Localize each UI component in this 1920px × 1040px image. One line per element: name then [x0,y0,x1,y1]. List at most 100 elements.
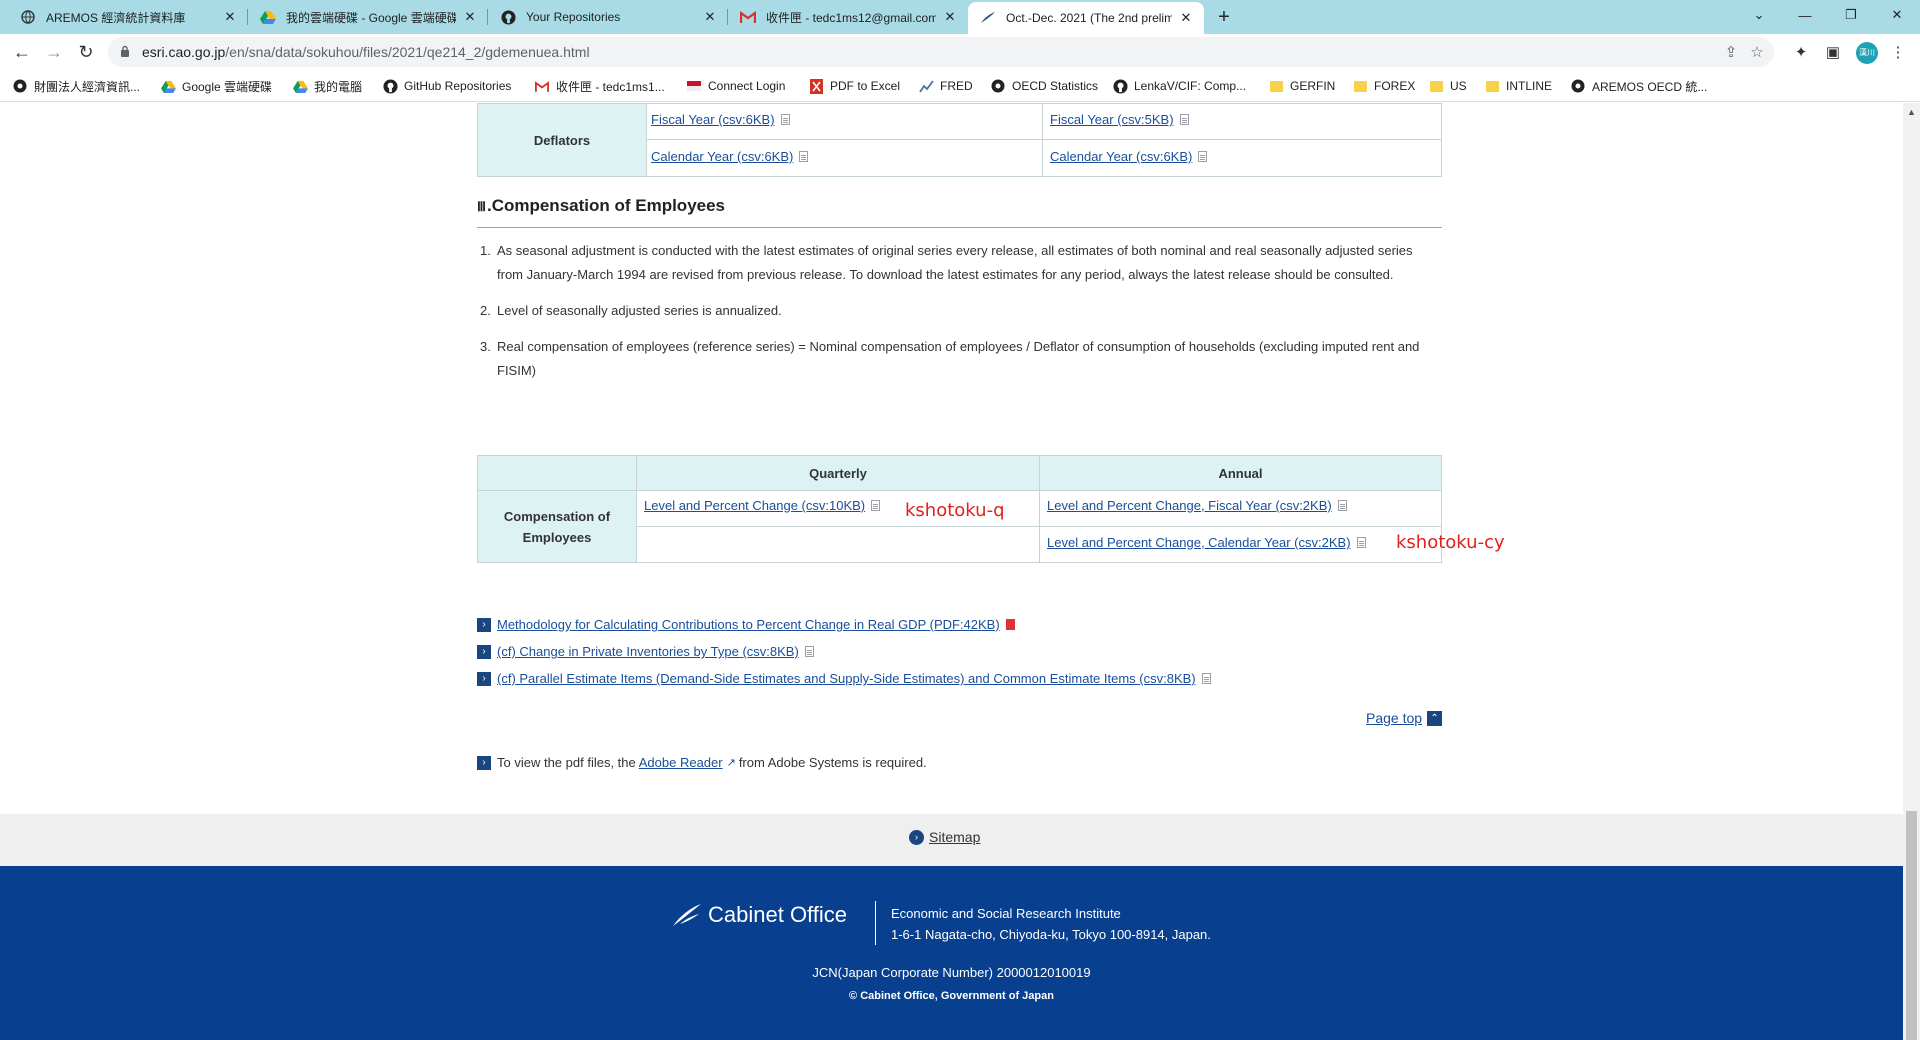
github-icon [1112,78,1128,94]
tab-google-drive[interactable]: 我的雲端硬碟 - Google 雲端硬碟 ✕ [248,0,488,34]
flag-icon [686,78,702,94]
parallel-estimate-link[interactable]: (cf) Parallel Estimate Items (Demand-Sid… [497,671,1196,686]
section-title: .Compensation of Employees [486,196,726,215]
globe-icon [20,9,36,25]
pdf-excel-icon [808,78,824,94]
bookmark-item[interactable]: GERFIN [1268,77,1335,95]
bookmark-label: Connect Login [708,79,786,93]
bookmark-item[interactable]: Google 雲端硬碟 [160,77,272,95]
deflators-label: Deflators [533,132,591,148]
csv-file-icon [799,151,809,162]
org-name: Economic and Social Research Institute [891,906,1121,921]
pdf-file-icon [1005,619,1015,630]
new-tab-button[interactable]: + [1212,5,1236,29]
arrow-right-icon: › [477,755,491,770]
bookmark-label: GitHub Repositories [404,79,512,93]
back-button[interactable]: ← [10,40,34,64]
arrow-right-icon: › [477,644,491,659]
annual-cy-link[interactable]: Level and Percent Change, Calendar Year … [1047,535,1351,550]
bookmark-item[interactable]: FOREX [1352,77,1415,95]
bookmark-star-icon[interactable]: ☆ [1748,43,1766,61]
bookmark-label: FOREX [1374,79,1416,93]
bookmark-item[interactable]: OECD Statistics [990,77,1098,95]
bookmark-item[interactable]: US [1428,77,1467,95]
deflators-quarterly-fy-link[interactable]: Fiscal Year (csv:6KB) [651,112,775,127]
close-icon[interactable]: ✕ [702,9,718,25]
bookmark-item[interactable]: INTLINE [1484,77,1552,95]
minimize-button[interactable]: — [1782,0,1828,30]
extensions-icon[interactable]: ✦ [1791,42,1811,62]
sitemap-link-row[interactable]: › Sitemap [909,829,980,845]
org-address: 1-6-1 Nagata-cho, Chiyoda-ku, Tokyo 100-… [891,927,1211,942]
globe-icon [12,78,28,94]
tab-github[interactable]: Your Repositories ✕ [488,0,728,34]
globe-icon [1570,78,1586,94]
bookmark-item[interactable]: 財團法人經濟資訊... [12,77,140,95]
page-top-link[interactable]: Page top ⌃ [1366,710,1443,726]
empty-cell [636,526,1040,563]
adobe-note-after: from Adobe Systems is required. [738,755,927,770]
inventories-link[interactable]: (cf) Change in Private Inventories by Ty… [497,644,799,659]
menu-icon[interactable]: ⋮ [1888,42,1908,62]
note-number: 2. [480,303,491,318]
address-bar[interactable]: esri.cao.go.jp/en/sna/data/sokuhou/files… [108,37,1774,67]
bookmark-item[interactable]: GitHub Repositories [382,77,511,95]
folder-icon [1484,78,1500,94]
restore-button[interactable]: ❐ [1828,0,1874,30]
copyright-text: © Cabinet Office, Government of Japan [849,990,1054,1002]
csv-file-icon [1179,114,1189,125]
scrollbar[interactable]: ▲ [1903,103,1920,1040]
bookmark-label: 收件匣 - tedc1ms1... [556,79,665,94]
annual-fy-link[interactable]: Level and Percent Change, Fiscal Year (c… [1047,498,1332,513]
tab-aremos[interactable]: AREMOS 經濟統計資料庫 ✕ [8,0,248,34]
annual-cy-cell: Level and Percent Change, Calendar Year … [1039,526,1442,563]
bookmark-item[interactable]: AREMOS OECD 統... [1570,77,1707,95]
forward-button[interactable]: → [42,40,66,64]
sitemap-link[interactable]: Sitemap [929,829,980,845]
quarterly-level-link[interactable]: Level and Percent Change (csv:10KB) [644,498,865,513]
profile-avatar[interactable]: 漢川 [1856,42,1878,64]
share-icon[interactable]: ⇪ [1722,43,1740,61]
bookmark-item[interactable]: FRED [918,77,973,95]
close-icon[interactable]: ✕ [1178,10,1194,26]
url-text[interactable]: esri.cao.go.jp/en/sna/data/sokuhou/files… [142,44,590,60]
bookmark-item[interactable]: PDF to Excel [808,77,900,95]
close-window-button[interactable]: ✕ [1874,0,1920,30]
adobe-reader-link[interactable]: Adobe Reader [639,755,723,770]
deflators-annual-fy-link[interactable]: Fiscal Year (csv:5KB) [1050,112,1174,127]
deflators-annual-cy-link[interactable]: Calendar Year (csv:6KB) [1050,149,1192,164]
arrow-right-icon: › [477,617,491,632]
side-panel-icon[interactable]: ▣ [1823,42,1843,62]
deflators-quarterly-cy-link[interactable]: Calendar Year (csv:6KB) [651,149,793,164]
globe-icon [990,78,1006,94]
scrollbar-thumb[interactable] [1906,811,1917,1040]
note-text: Level of seasonally adjusted series is a… [497,303,782,318]
reload-button[interactable]: ↻ [74,40,98,64]
close-icon[interactable]: ✕ [462,9,478,25]
github-icon [382,78,398,94]
close-icon[interactable]: ✕ [942,9,958,25]
bookmark-item[interactable]: 收件匣 - tedc1ms1... [534,77,665,95]
close-icon[interactable]: ✕ [222,9,238,25]
tab-gmail[interactable]: 收件匣 - tedc1ms12@gmail.com ✕ [728,0,968,34]
folder-icon [1428,78,1444,94]
arrow-up-icon[interactable]: ⌃ [1427,710,1443,726]
bookmark-item[interactable]: Connect Login [686,77,785,95]
cabinet-office-logo: Cabinet Office [672,902,847,928]
arrow-right-circle-icon: › [909,829,924,845]
methodology-link[interactable]: Methodology for Calculating Contribution… [497,617,1000,632]
bookmarks-bar: 財團法人經濟資訊... Google 雲端硬碟 我的電腦 GitHub Repo… [0,70,1920,102]
footer: Cabinet Office Economic and Social Resea… [0,866,1903,1040]
browser-toolbar: ← → ↻ esri.cao.go.jp/en/sna/data/sokuhou… [0,34,1920,70]
page-top-label[interactable]: Page top [1366,710,1422,726]
bookmark-item[interactable]: LenkaV/CIF: Comp... [1112,77,1246,95]
gmail-icon [534,78,550,94]
scroll-up-icon[interactable]: ▲ [1907,107,1916,117]
tab-esri-active[interactable]: Oct.-Dec. 2021 (The 2nd prelim ✕ [968,2,1204,34]
tab-search-icon[interactable]: ⌄ [1736,0,1782,30]
gmail-icon [740,9,756,25]
bookmark-item[interactable]: 我的電腦 [292,77,362,95]
list-item: 2. Level of seasonally adjusted series is… [480,299,1440,323]
lock-icon[interactable] [120,45,130,63]
related-link-row: › (cf) Change in Private Inventories by … [477,644,814,659]
